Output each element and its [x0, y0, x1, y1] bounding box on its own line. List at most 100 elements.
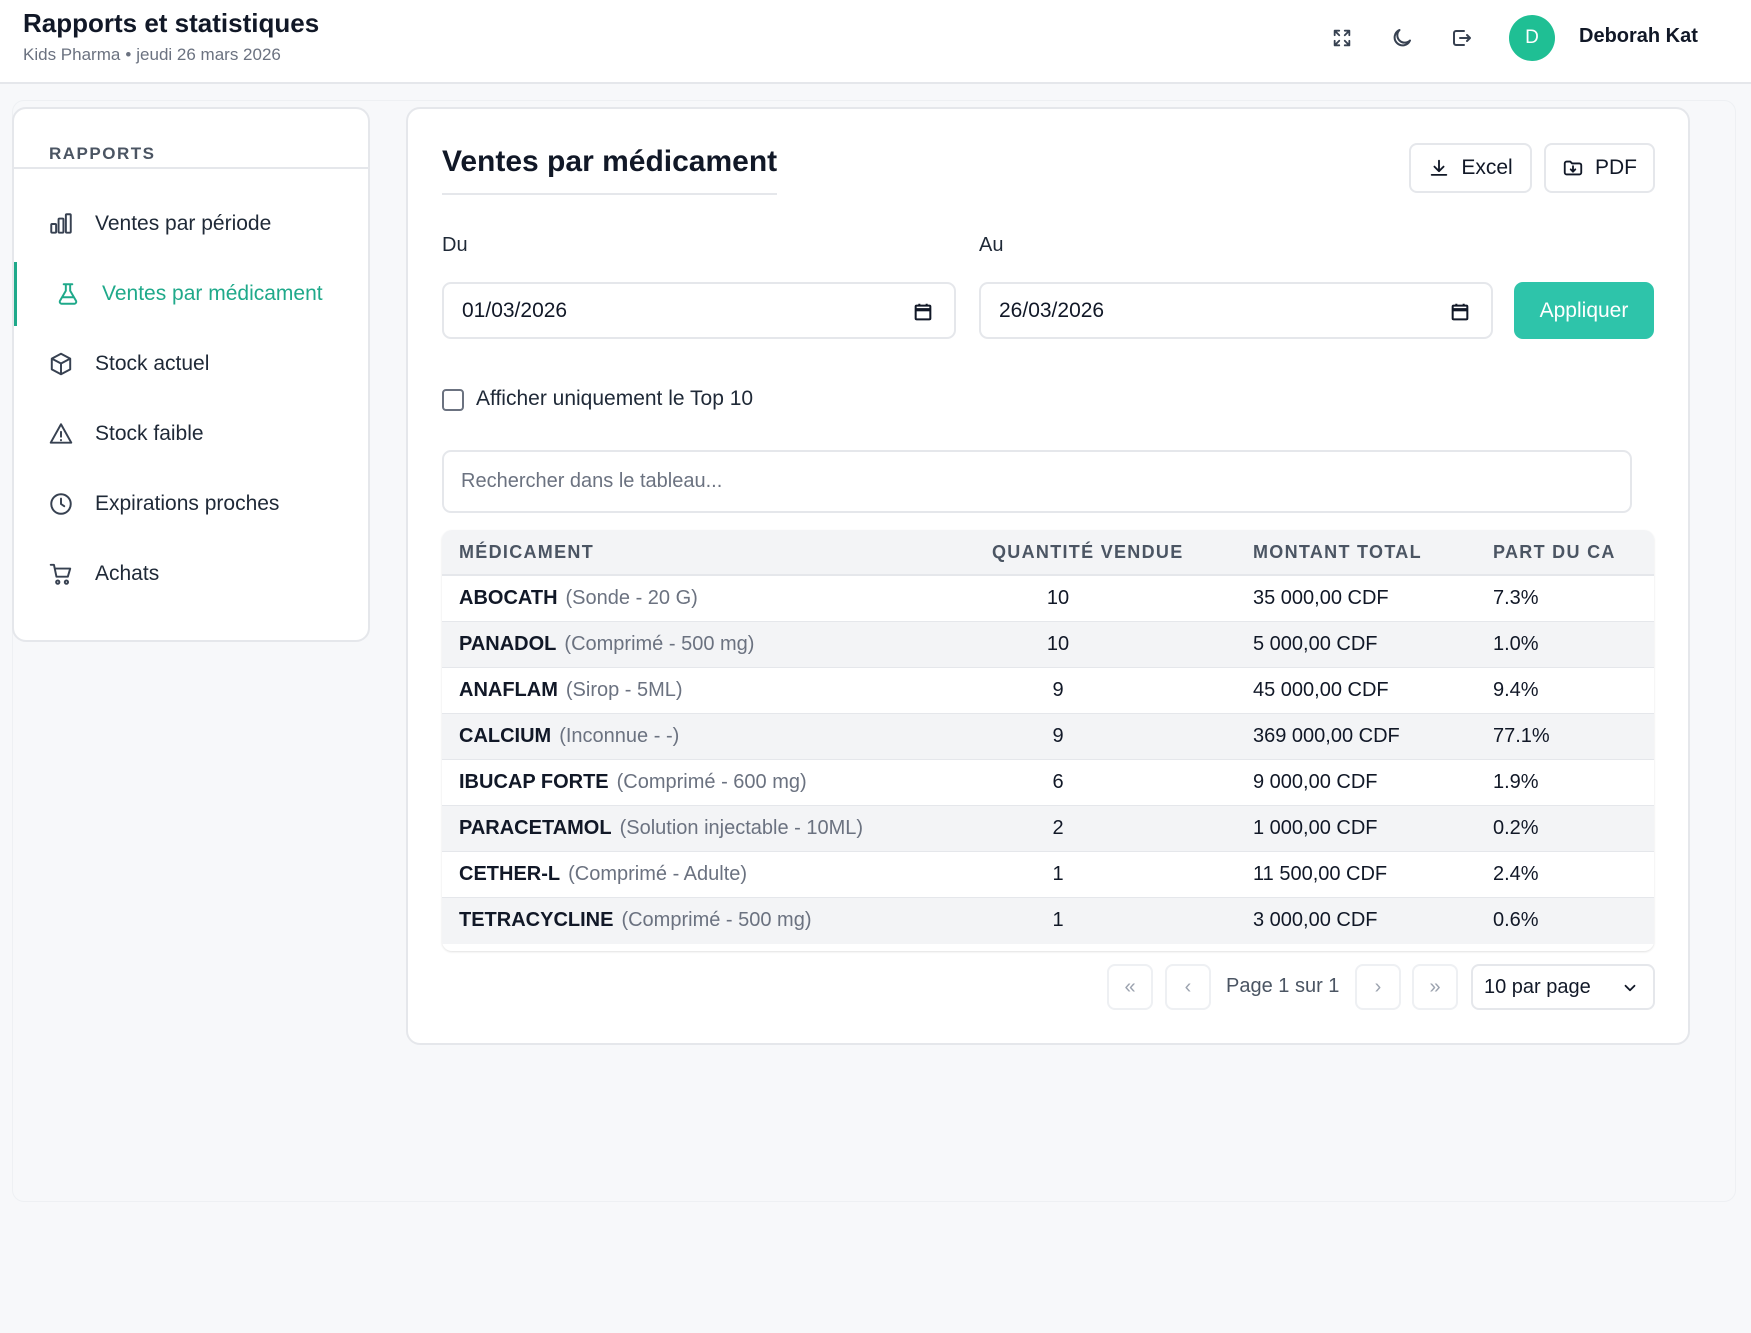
cell-amount: 1 000,00 CDF [1253, 817, 1378, 839]
cell-share: 0.6% [1493, 909, 1539, 931]
cell-share: 77.1% [1493, 725, 1550, 747]
drug-name: ANAFLAM [459, 679, 558, 701]
cell-amount: 3 000,00 CDF [1253, 909, 1378, 931]
chevron-down-icon [1621, 979, 1639, 997]
drug-form: (Comprimé - 500 mg) [564, 633, 755, 655]
moon-icon[interactable] [1386, 22, 1418, 54]
sidebar-item-stock-faible[interactable]: Stock faible [14, 402, 368, 466]
cell-amount: 9 000,00 CDF [1253, 771, 1378, 793]
table-search-input[interactable]: Rechercher dans le tableau... [442, 450, 1632, 513]
bar-chart-icon [48, 211, 74, 237]
drug-name: TETRACYCLINE [459, 909, 614, 931]
drug-form: (Comprimé - 600 mg) [616, 771, 807, 793]
current-date: jeudi 26 mars 2026 [136, 45, 281, 64]
table-header: MÉDICAMENT QUANTITÉ VENDUE MONTANT TOTAL… [442, 530, 1654, 576]
company-name: Kids Pharma [23, 45, 121, 64]
page-subtitle: Kids Pharma • jeudi 26 mars 2026 [23, 45, 281, 65]
to-date-input[interactable]: 26/03/2026 [979, 282, 1493, 339]
drug-form: (Comprimé - 500 mg) [621, 909, 812, 931]
sidebar-item-label: Ventes par période [95, 212, 272, 235]
cell-medicament: PANADOL (Comprimé - 500 mg) [459, 633, 754, 656]
cell-share: 1.9% [1493, 771, 1539, 793]
first-page-button[interactable]: « [1107, 964, 1153, 1010]
sidebar-item-label: Stock faible [95, 422, 204, 445]
cell-share: 1.0% [1493, 633, 1539, 655]
clock-icon [48, 491, 74, 517]
table-row[interactable]: ANAFLAM (Sirop - 5ML) 9 45 000,00 CDF 9.4… [442, 668, 1654, 714]
last-page-button[interactable]: » [1412, 964, 1458, 1010]
box-icon [48, 351, 74, 377]
per-page-value: 10 par page [1484, 975, 1591, 998]
avatar[interactable]: D [1509, 15, 1555, 61]
sidebar-item-label: Achats [95, 562, 160, 585]
cell-share: 0.2% [1493, 817, 1539, 839]
table-row[interactable]: ABOCATH (Sonde - 20 G) 10 35 000,00 CDF 7… [442, 576, 1654, 622]
table-row[interactable]: IBUCAP FORTE (Comprimé - 600 mg) 6 9 000,… [442, 760, 1654, 806]
column-header-part[interactable]: PART DU CA [1493, 542, 1616, 563]
table-row[interactable]: CETHER-L (Comprimé - Adulte) 1 11 500,00 … [442, 852, 1654, 898]
cell-quantity: 6 [1052, 771, 1064, 793]
cart-icon [48, 561, 74, 587]
sidebar-item-stock-actuel[interactable]: Stock actuel [14, 332, 368, 396]
drug-name: CALCIUM [459, 725, 552, 747]
export-pdf-button[interactable]: PDF [1544, 143, 1655, 193]
sidebar-item-achats[interactable]: Achats [14, 542, 368, 606]
next-page-button[interactable]: › [1355, 964, 1401, 1010]
drug-name: PARACETAMOL [459, 817, 612, 839]
cell-amount: 35 000,00 CDF [1253, 587, 1389, 609]
from-date-input[interactable]: 01/03/2026 [442, 282, 956, 339]
download-icon [1428, 157, 1450, 179]
sidebar-item-expirations-proches[interactable]: Expirations proches [14, 472, 368, 536]
cell-amount: 11 500,00 CDF [1253, 863, 1388, 885]
from-date-value: 01/03/2026 [462, 298, 568, 322]
column-header-montant[interactable]: MONTANT TOTAL [1253, 542, 1422, 563]
top-bar: Rapports et statistiques Kids Pharma • jeu… [0, 0, 1751, 84]
from-label: Du [442, 234, 468, 256]
drug-form: (Inconnue - -) [559, 725, 680, 747]
sidebar-divider [14, 167, 368, 169]
cell-medicament: CETHER-L (Comprimé - Adulte) [459, 863, 747, 886]
fullscreen-icon[interactable] [1326, 22, 1358, 54]
sidebar: RAPPORTS Ventes par période Ventes par m… [12, 107, 370, 642]
cell-medicament: PARACETAMOL (Solution injectable - 10ML) [459, 817, 863, 840]
top10-checkbox[interactable] [442, 389, 464, 411]
user-name[interactable]: Deborah Kat [1579, 25, 1698, 48]
calendar-icon[interactable] [912, 301, 934, 323]
cell-amount: 45 000,00 CDF [1253, 679, 1389, 701]
sidebar-item-ventes-par-medicament[interactable]: Ventes par médicament [14, 262, 368, 326]
sidebar-item-ventes-par-periode[interactable]: Ventes par période [14, 192, 368, 256]
cell-amount: 5 000,00 CDF [1253, 633, 1378, 655]
drug-form: (Sirop - 5ML) [565, 679, 683, 701]
search-placeholder: Rechercher dans le tableau... [461, 470, 723, 492]
drug-name: IBUCAP FORTE [459, 771, 609, 793]
table-row[interactable]: TETRACYCLINE (Comprimé - 500 mg) 1 3 000,… [442, 898, 1654, 944]
logout-icon[interactable] [1446, 22, 1478, 54]
table-row[interactable]: PANADOL (Comprimé - 500 mg) 10 5 000,00 C… [442, 622, 1654, 668]
apply-button[interactable]: Appliquer [1514, 282, 1654, 339]
drug-name: ABOCATH [459, 587, 558, 609]
drug-name: PANADOL [459, 633, 557, 655]
subtitle-separator: • [125, 45, 132, 64]
per-page-select[interactable]: 10 par page [1471, 964, 1655, 1010]
cell-quantity: 1 [1052, 863, 1064, 885]
calendar-icon[interactable] [1449, 301, 1471, 323]
top10-label[interactable]: Afficher uniquement le Top 10 [476, 387, 753, 411]
table-row[interactable]: CALCIUM (Inconnue - -) 9 369 000,00 CDF 7… [442, 714, 1654, 760]
cell-quantity: 2 [1052, 817, 1064, 839]
cell-share: 7.3% [1493, 587, 1539, 609]
export-excel-button[interactable]: Excel [1409, 143, 1532, 193]
table-row[interactable]: PARACETAMOL (Solution injectable - 10ML) … [442, 806, 1654, 852]
cell-amount: 369 000,00 CDF [1253, 725, 1400, 747]
folder-download-icon [1562, 157, 1584, 179]
cell-medicament: IBUCAP FORTE (Comprimé - 600 mg) [459, 771, 807, 794]
to-date-value: 26/03/2026 [999, 298, 1105, 322]
sidebar-item-label: Ventes par médicament [102, 282, 323, 305]
drug-form: (Comprimé - Adulte) [568, 863, 748, 885]
cell-quantity: 9 [1052, 725, 1064, 747]
prev-page-button[interactable]: ‹ [1165, 964, 1211, 1010]
column-header-quantite[interactable]: QUANTITÉ VENDUE [992, 542, 1184, 563]
cell-quantity: 10 [1046, 587, 1070, 609]
drug-form: (Sonde - 20 G) [565, 587, 698, 609]
column-header-medicament[interactable]: MÉDICAMENT [459, 542, 594, 563]
cell-quantity: 1 [1052, 909, 1064, 931]
